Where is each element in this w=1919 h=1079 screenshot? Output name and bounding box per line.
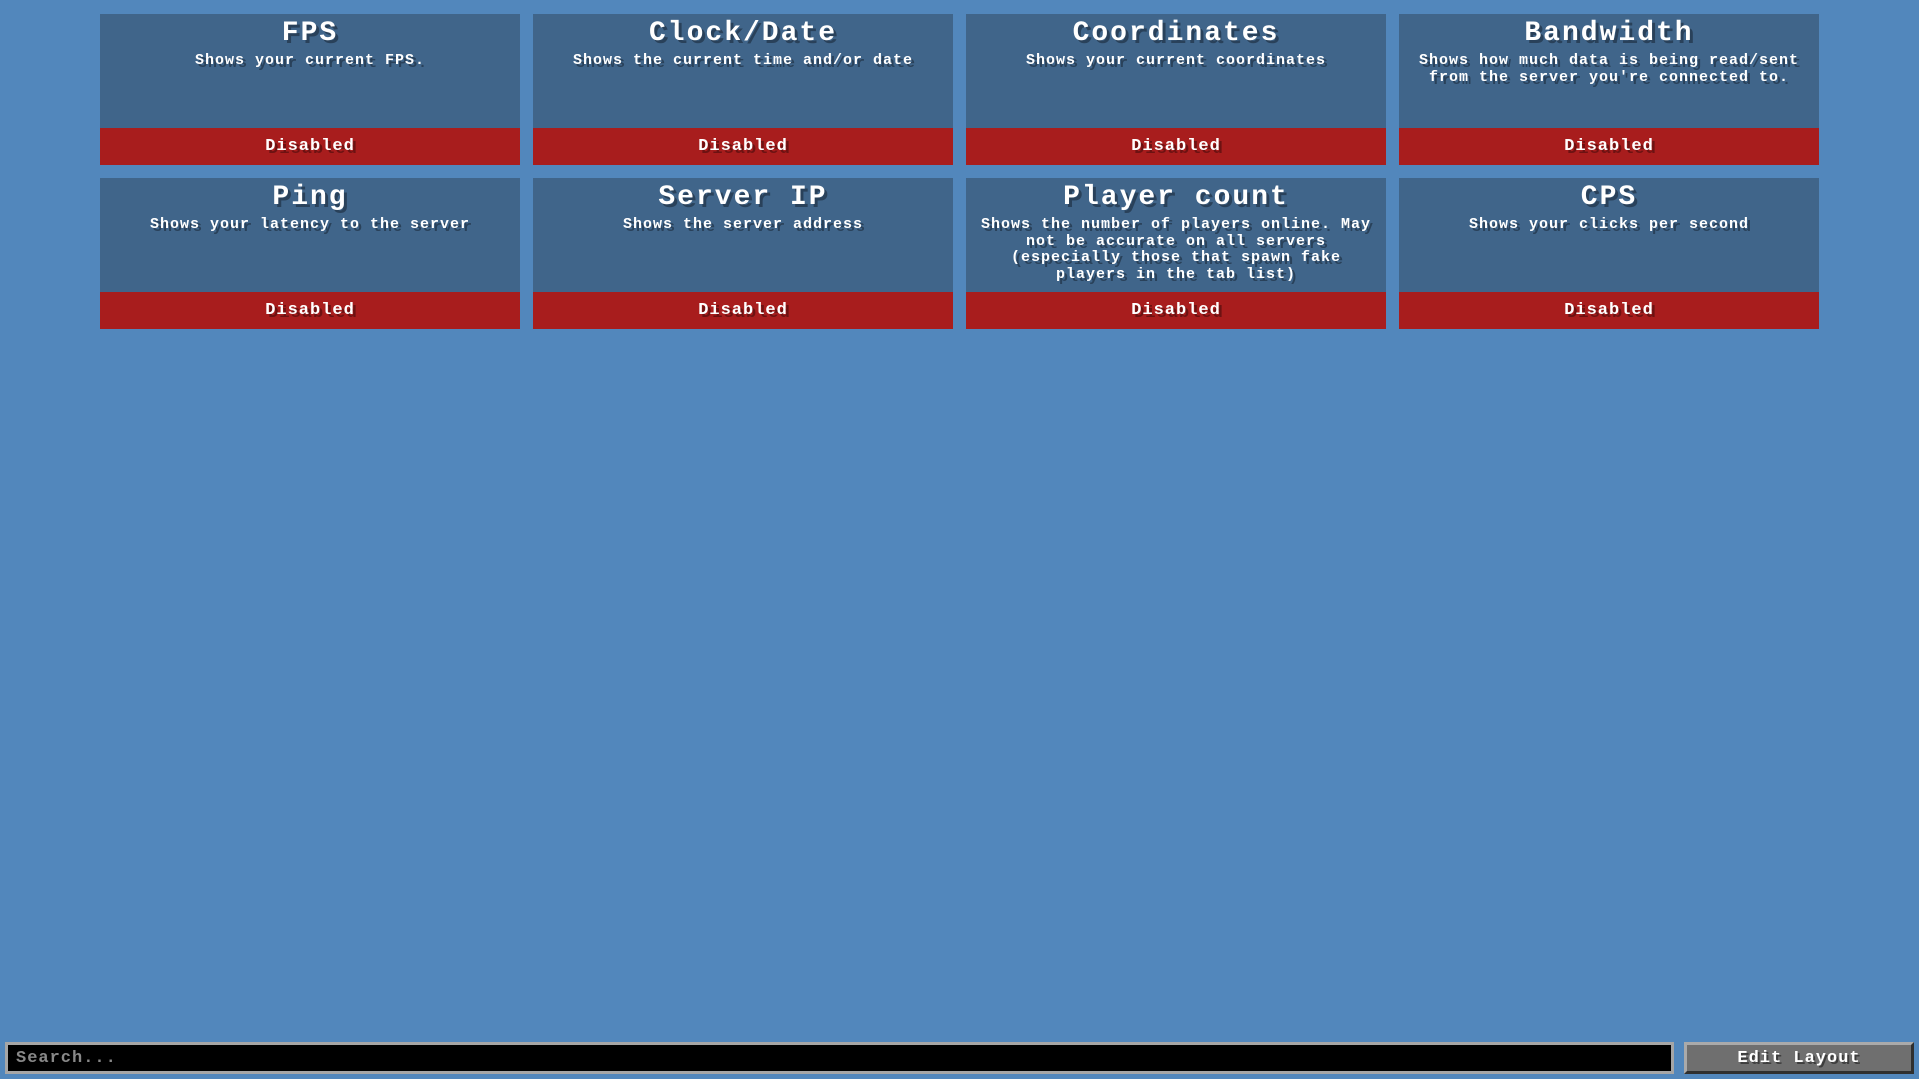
module-title: CPS — [1409, 182, 1809, 213]
module-card-clock-date[interactable]: Clock/Date Shows the current time and/or… — [533, 14, 953, 165]
module-title: Bandwidth — [1409, 18, 1809, 49]
module-body: FPS Shows your current FPS. — [100, 14, 520, 128]
module-card-coordinates[interactable]: Coordinates Shows your current coordinat… — [966, 14, 1386, 165]
module-body: Coordinates Shows your current coordinat… — [966, 14, 1386, 128]
search-input[interactable] — [5, 1042, 1674, 1074]
module-body: Clock/Date Shows the current time and/or… — [533, 14, 953, 128]
module-card-server-ip[interactable]: Server IP Shows the server address Disab… — [533, 178, 953, 329]
module-card-fps[interactable]: FPS Shows your current FPS. Disabled — [100, 14, 520, 165]
module-status-button[interactable]: Disabled — [100, 128, 520, 165]
module-body: Player count Shows the number of players… — [966, 178, 1386, 292]
module-status-button[interactable]: Disabled — [966, 292, 1386, 329]
module-title: Clock/Date — [543, 18, 943, 49]
module-body: Ping Shows your latency to the server — [100, 178, 520, 292]
module-desc: Shows the number of players online. May … — [976, 217, 1376, 283]
module-status-button[interactable]: Disabled — [966, 128, 1386, 165]
module-status-button[interactable]: Disabled — [1399, 128, 1819, 165]
module-desc: Shows the current time and/or date — [543, 53, 943, 70]
module-desc: Shows your clicks per second — [1409, 217, 1809, 234]
module-desc: Shows the server address — [543, 217, 943, 234]
module-status-button[interactable]: Disabled — [533, 128, 953, 165]
module-card-cps[interactable]: CPS Shows your clicks per second Disable… — [1399, 178, 1819, 329]
module-title: FPS — [110, 18, 510, 49]
module-status-button[interactable]: Disabled — [533, 292, 953, 329]
module-status-button[interactable]: Disabled — [1399, 292, 1819, 329]
module-title: Player count — [976, 182, 1376, 213]
module-title: Ping — [110, 182, 510, 213]
module-card-ping[interactable]: Ping Shows your latency to the server Di… — [100, 178, 520, 329]
module-grid: FPS Shows your current FPS. Disabled Clo… — [0, 0, 1919, 329]
module-status-button[interactable]: Disabled — [100, 292, 520, 329]
module-title: Coordinates — [976, 18, 1376, 49]
module-title: Server IP — [543, 182, 943, 213]
module-desc: Shows your latency to the server — [110, 217, 510, 234]
module-body: Server IP Shows the server address — [533, 178, 953, 292]
module-desc: Shows how much data is being read/sent f… — [1409, 53, 1809, 86]
module-body: Bandwidth Shows how much data is being r… — [1399, 14, 1819, 128]
module-body: CPS Shows your clicks per second — [1399, 178, 1819, 292]
module-card-player-count[interactable]: Player count Shows the number of players… — [966, 178, 1386, 329]
bottom-bar: Edit Layout — [5, 1042, 1914, 1074]
module-desc: Shows your current FPS. — [110, 53, 510, 70]
module-card-bandwidth[interactable]: Bandwidth Shows how much data is being r… — [1399, 14, 1819, 165]
module-desc: Shows your current coordinates — [976, 53, 1376, 70]
edit-layout-button[interactable]: Edit Layout — [1684, 1042, 1914, 1074]
